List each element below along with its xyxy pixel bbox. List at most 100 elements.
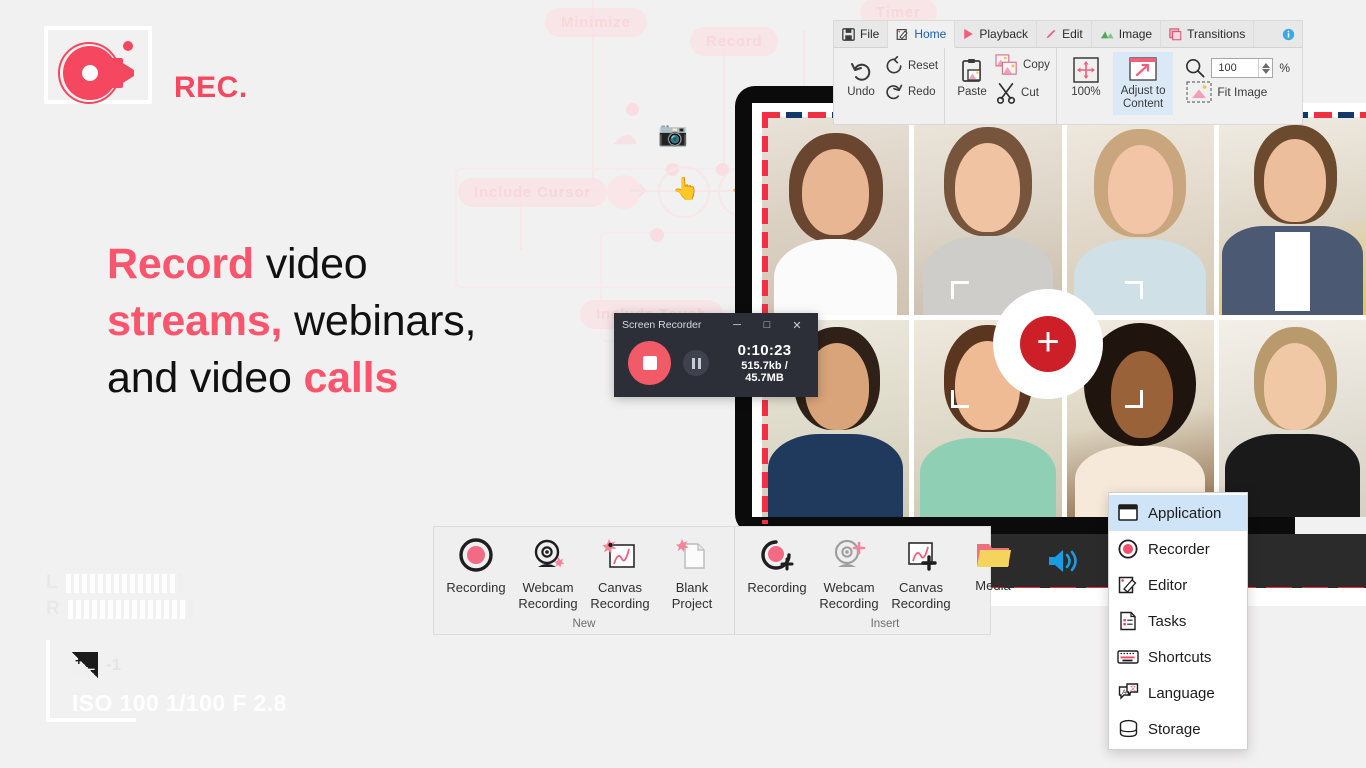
headline-rest-1: video [253, 240, 368, 288]
history-stack: Reset Redo [884, 52, 938, 102]
tab-image[interactable]: Image [1092, 21, 1162, 47]
menu-item-storage[interactable]: Storage [1109, 711, 1247, 747]
cut-button[interactable]: Cut [995, 82, 1050, 104]
ribbon-tab-strip: File Home Playback Edit Image Transition… [834, 21, 1302, 48]
video-tile[interactable] [762, 117, 910, 315]
minimize-button[interactable]: ─ [722, 313, 752, 337]
tab-transitions-label: Transitions [1187, 27, 1246, 41]
svg-text:文: 文 [1130, 684, 1136, 692]
menu-item-tasks-label: Tasks [1148, 612, 1187, 630]
new-canvas-recording-button[interactable]: Canvas Recording [584, 537, 656, 612]
keyboard-icon [1117, 646, 1139, 668]
headline-rest-2: webinars, [282, 297, 477, 345]
selection-corner-br[interactable] [1125, 390, 1143, 408]
pause-recording-button[interactable] [683, 350, 710, 376]
selection-corner-bl[interactable] [951, 390, 969, 408]
paste-label: Paste [957, 86, 987, 98]
close-button[interactable]: ✕ [782, 313, 812, 337]
tab-home[interactable]: Home [888, 21, 956, 48]
fit-arrows-icon [1073, 57, 1099, 83]
menu-item-recorder-label: Recorder [1148, 540, 1210, 558]
toolbar-group-insert-items: Recording Webcam Recording Canvas Record… [735, 527, 1035, 618]
tab-transitions[interactable]: Transitions [1161, 21, 1255, 47]
copy-button[interactable]: Copy [995, 54, 1050, 76]
redo-button[interactable]: Redo [884, 82, 938, 102]
selection-corner-tr[interactable] [1125, 281, 1143, 299]
speaker-volume-icon[interactable] [1047, 547, 1081, 575]
edit-pencil-icon [896, 28, 909, 40]
video-tile[interactable] [1218, 319, 1366, 517]
stop-recording-button[interactable] [628, 341, 672, 385]
translate-icon: 文A [1117, 682, 1139, 704]
new-recording-button[interactable]: Recording [440, 537, 512, 596]
insert-recording-label: Recording [747, 580, 807, 595]
reset-button[interactable]: Reset [884, 56, 938, 76]
selection-corner-tl[interactable] [951, 281, 969, 299]
magnifier-icon[interactable] [1185, 58, 1205, 78]
fit-image-button[interactable]: Fit Image [1185, 80, 1290, 104]
menu-item-application[interactable]: Application [1109, 495, 1247, 531]
menu-item-shortcuts-label: Shortcuts [1148, 648, 1212, 666]
watermark-label-include-cursor: Include Cursor [458, 178, 608, 207]
tab-edit[interactable]: Edit [1037, 21, 1092, 47]
app-logo: REC. [44, 26, 247, 112]
webcam-icon [534, 539, 565, 568]
adjust-to-content-button[interactable]: Adjust to Content [1112, 52, 1174, 115]
page-title: Record video streams, webinars, and vide… [107, 236, 627, 407]
audio-meter-left-bars [65, 573, 183, 593]
zoom-input[interactable]: 100 [1211, 58, 1274, 78]
folder-media-icon [977, 544, 1011, 567]
redo-arrow-icon [886, 84, 903, 100]
clipboard-stack: Copy Cut [995, 52, 1050, 104]
toolbar-group-new-label: New [572, 618, 596, 630]
headline-highlight-3: calls [303, 354, 399, 402]
menu-item-storage-label: Storage [1148, 720, 1201, 738]
canvas-add-icon [908, 542, 937, 571]
task-list-icon [1117, 610, 1139, 632]
insert-media-label: Media [975, 578, 1011, 593]
menu-item-language[interactable]: 文A Language [1109, 675, 1247, 711]
tab-playback[interactable]: Playback [955, 21, 1038, 47]
insert-recording-button[interactable]: Recording [741, 537, 813, 596]
new-blank-project-button[interactable]: Blank Project [656, 537, 728, 612]
zoom-spinner[interactable] [1258, 59, 1272, 77]
add-media-button[interactable]: + [993, 289, 1103, 399]
menu-item-tasks[interactable]: Tasks [1109, 603, 1247, 639]
tab-file[interactable]: File [834, 21, 889, 47]
paste-button[interactable]: Paste [955, 52, 989, 98]
menu-item-shortcuts[interactable]: Shortcuts [1109, 639, 1247, 675]
new-webcam-recording-button[interactable]: Webcam Recording [512, 537, 584, 612]
watermark-label-minimize: Minimize [545, 8, 647, 37]
tab-edit-label: Edit [1062, 27, 1083, 41]
zoom-100-label: 100% [1071, 86, 1101, 98]
audio-meter-right-label: R [46, 598, 60, 619]
tab-image-label: Image [1118, 27, 1153, 41]
record-circle-icon [1117, 538, 1139, 560]
blank-page-icon [676, 539, 705, 569]
recorder-titlebar[interactable]: Screen Recorder ─ □ ✕ [614, 313, 818, 337]
menu-item-recorder[interactable]: Recorder [1109, 531, 1247, 567]
headline-rest-3: and video [107, 354, 304, 402]
help-button[interactable] [1275, 21, 1302, 47]
zoom-100-button[interactable]: 100% [1065, 52, 1107, 98]
audio-meter-right: R [46, 598, 193, 620]
menu-item-editor[interactable]: Editor [1109, 567, 1247, 603]
toolbar-group-new: Recording Webcam Recording Canvas Record… [434, 527, 734, 634]
headline-highlight-2: streams, [107, 297, 283, 345]
undo-button[interactable]: Undo [844, 52, 878, 98]
spinner-down-icon[interactable] [1261, 68, 1270, 74]
recorder-title-label: Screen Recorder [622, 319, 702, 331]
record-circle-add-icon [761, 540, 794, 571]
ribbon-group-history: Undo Reset Redo [834, 48, 946, 125]
tab-playback-label: Playback [979, 27, 1029, 41]
maximize-button[interactable]: □ [752, 313, 782, 337]
insert-webcam-recording-button[interactable]: Webcam Recording [813, 537, 885, 612]
video-tile[interactable] [1218, 117, 1366, 315]
webcam-add-icon [834, 539, 866, 567]
undo-arrow-icon [851, 63, 871, 81]
video-tile[interactable] [914, 117, 1062, 315]
insert-canvas-recording-button[interactable]: Canvas Recording [885, 537, 957, 612]
insert-canvas-recording-label: Canvas Recording [891, 580, 951, 611]
insert-media-button[interactable]: Media [957, 537, 1029, 594]
spinner-up-icon[interactable] [1261, 62, 1270, 68]
